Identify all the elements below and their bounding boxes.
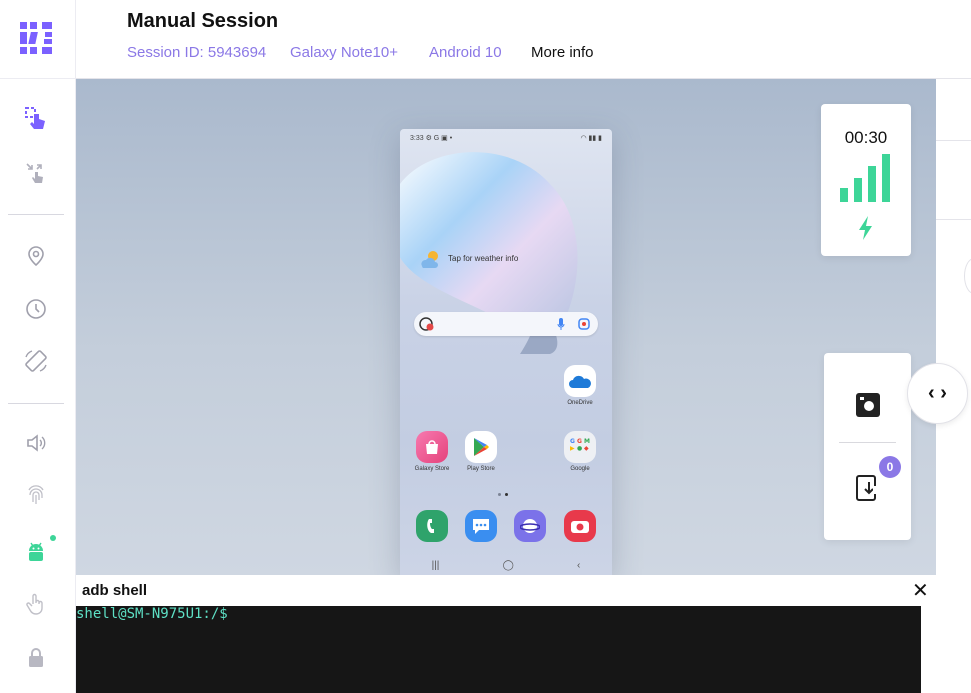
terminal-prompt: shell@SM-N975U1:/$ — [76, 606, 228, 622]
adb-shell-title: adb shell — [82, 582, 148, 599]
messages-app-icon[interactable] — [465, 510, 497, 542]
page-indicator — [498, 493, 508, 496]
manual-session-app: Manual Session Session ID: 5943694 Galax… — [0, 0, 971, 693]
android-icon[interactable] — [22, 538, 50, 566]
sidebar-separator — [8, 403, 64, 404]
session-timer: 00:30 — [844, 128, 888, 147]
lens-icon[interactable] — [578, 318, 590, 330]
play-store-label: Play Store — [467, 466, 495, 472]
device-name-label: Galaxy Note10+ — [290, 44, 398, 61]
google-doodle-icon — [419, 317, 434, 331]
camera-app-icon[interactable] — [564, 510, 596, 542]
clock-icon[interactable] — [22, 295, 50, 323]
left-sidebar — [0, 0, 76, 693]
close-icon[interactable]: ✕ — [912, 578, 929, 603]
galaxy-store-label: Galaxy Store — [414, 466, 450, 472]
weather-text: Tap for weather info — [448, 253, 519, 263]
lock-icon[interactable] — [22, 643, 50, 671]
recents-nav-icon[interactable]: ||| — [432, 560, 440, 571]
fingerprint-icon[interactable] — [22, 480, 50, 508]
app-logo-icon[interactable] — [20, 22, 52, 54]
adb-shell-header: adb shell ✕ — [76, 575, 936, 606]
svg-text:▶: ▶ — [570, 445, 575, 452]
onedrive-label: OneDrive — [567, 400, 593, 406]
signal-strength-icon — [840, 154, 890, 202]
screenshot-camera-icon[interactable] — [855, 392, 881, 418]
file-count-badge: 0 — [879, 456, 901, 478]
weather-widget[interactable]: Tap for weather info — [418, 247, 518, 269]
play-store-app-icon[interactable] — [465, 431, 497, 463]
touch-select-icon[interactable] — [22, 105, 50, 133]
location-pin-icon[interactable] — [22, 242, 50, 270]
page-title: Manual Session — [127, 10, 279, 32]
phone-status-icons: ◠ ▮▮ ▮ — [580, 135, 602, 142]
device-stage: 3:33 ⚙ G ▣ • ◠ ▮▮ ▮ Tap for weather info… — [76, 79, 936, 575]
android-status-dot — [50, 535, 56, 541]
onedrive-app-icon[interactable] — [564, 365, 596, 397]
tools-separator — [839, 442, 896, 443]
adb-terminal[interactable]: shell@SM-N975U1:/$ — [76, 606, 921, 693]
weather-icon — [421, 251, 438, 268]
rotate-icon[interactable] — [22, 347, 50, 375]
home-nav-icon[interactable]: ◯ — [503, 560, 514, 571]
device-tools-card: 0 — [824, 353, 911, 540]
more-info-link[interactable]: More info — [531, 44, 594, 61]
phone-nav-bar: ||| ◯ ‹ — [400, 555, 612, 575]
svg-text:◆: ◆ — [584, 445, 589, 452]
file-download-icon[interactable] — [855, 474, 881, 502]
volume-icon[interactable] — [22, 429, 50, 457]
svg-text:G: G — [570, 438, 575, 445]
mic-icon[interactable] — [557, 318, 565, 330]
svg-text:M: M — [584, 438, 590, 445]
code-brackets-icon: ‹ › — [928, 382, 947, 404]
back-nav-icon[interactable]: ‹ — [577, 560, 580, 571]
charging-bolt-icon — [859, 216, 872, 240]
internet-app-icon[interactable] — [514, 510, 546, 542]
gesture-hand-icon[interactable] — [22, 590, 50, 618]
google-search-bar[interactable] — [414, 312, 598, 336]
session-header: Manual Session Session ID: 5943694 Galax… — [76, 0, 971, 79]
network-status-card: 00:30 — [821, 104, 911, 256]
sidebar-divider — [0, 78, 76, 79]
google-folder-label: Google — [570, 466, 590, 472]
device-screen[interactable]: 3:33 ⚙ G ▣ • ◠ ▮▮ ▮ Tap for weather info… — [400, 129, 612, 575]
google-folder-icon[interactable]: G G M ▶ ● ◆ — [564, 431, 596, 463]
session-id-label: Session ID: 5943694 — [127, 44, 267, 61]
phone-app-icon[interactable] — [416, 510, 448, 542]
sidebar-separator — [8, 214, 64, 215]
developer-tools-button[interactable]: ‹ › — [907, 363, 968, 424]
shrink-touch-icon[interactable] — [22, 159, 50, 187]
terminal-edge — [921, 606, 936, 693]
galaxy-store-app-icon[interactable] — [416, 431, 448, 463]
phone-status-time: 3:33 — [410, 135, 424, 142]
svg-text:●: ● — [577, 445, 582, 452]
svg-text:G: G — [577, 438, 582, 445]
os-version-label: Android 10 — [429, 44, 502, 61]
